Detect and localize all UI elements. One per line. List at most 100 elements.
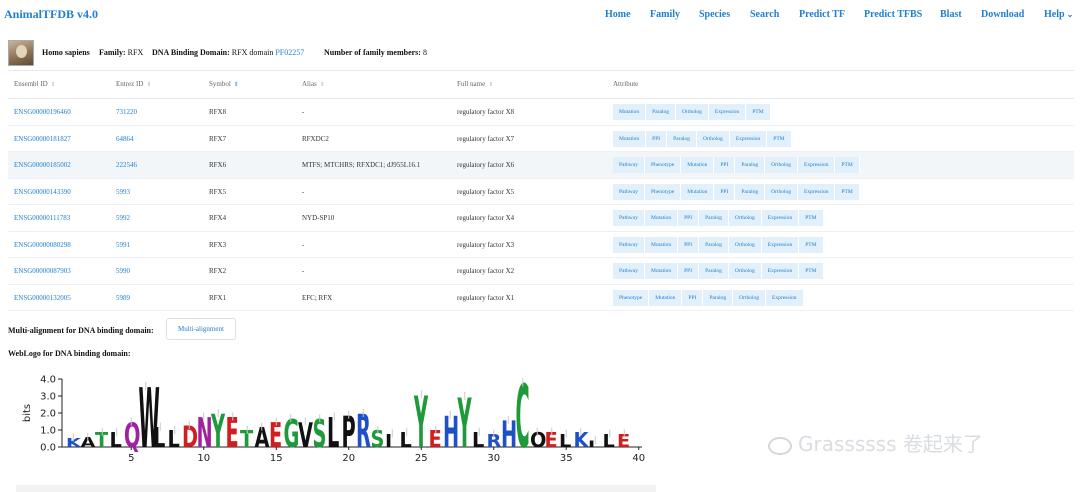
attribute-tag-mutation[interactable]: Mutation: [644, 236, 679, 253]
entrez-id-link[interactable]: 5989: [116, 294, 130, 302]
multi-alignment-button[interactable]: Multi-alignment: [166, 318, 236, 340]
nav-help[interactable]: Help ⌄: [1044, 9, 1073, 20]
attribute-tag-mutation[interactable]: Mutation: [649, 289, 683, 306]
attribute-tag-pathway[interactable]: Pathway: [613, 210, 645, 226]
nav-search[interactable]: Search: [750, 9, 779, 20]
attribute-tag-pathway[interactable]: Pathway: [613, 263, 645, 279]
attribute-tag-ortholog[interactable]: Ortholog: [728, 210, 762, 226]
attribute-tag-pathway[interactable]: Pathway: [613, 157, 645, 173]
attribute-tag-expression[interactable]: Expression: [798, 157, 836, 173]
table-row: ENSG00000143390 5993 RFX5 - regulatory facto…: [8, 179, 1074, 205]
x-tick-label: 25: [415, 453, 428, 464]
attribute-tag-ortholog[interactable]: Ortholog: [733, 289, 767, 306]
col-entrez-header[interactable]: Entrez ID ⇕: [116, 80, 151, 88]
attribute-tag-mutation[interactable]: Mutation: [681, 157, 715, 173]
logo-letter: K: [574, 429, 590, 453]
col-ensembl-header[interactable]: Ensembl ID ⇕: [14, 80, 56, 88]
col-symbol-header[interactable]: Symbol ⇕: [209, 80, 239, 88]
attribute-tag-ptm[interactable]: PTM: [799, 236, 824, 253]
ensembl-id-link[interactable]: ENSG00000181827: [14, 135, 71, 143]
site-logo-title[interactable]: AnimalTFDB v4.0: [4, 7, 98, 22]
symbol-cell: RFX3: [209, 240, 227, 249]
entrez-id-link[interactable]: 5993: [116, 188, 130, 196]
attribute-tag-ppi[interactable]: PPI: [678, 263, 700, 279]
table-row: ENSG00000181827 64864 RFX7 RFXDC2 regulatory…: [8, 126, 1074, 152]
attribute-tag-ppi[interactable]: PPI: [714, 183, 736, 200]
attribute-tag-expression[interactable]: Expression: [729, 130, 768, 147]
ensembl-id-link[interactable]: ENSG00000143390: [14, 188, 71, 196]
attribute-tag-ppi[interactable]: PPI: [682, 289, 704, 306]
attribute-tag-ptm[interactable]: PTM: [835, 157, 860, 173]
nav-blast[interactable]: Blast: [940, 9, 962, 20]
attribute-tag-ortholog[interactable]: Ortholog: [728, 236, 762, 253]
attribute-tag-ortholog[interactable]: Ortholog: [675, 104, 709, 120]
nav-family[interactable]: Family: [650, 9, 680, 20]
entrez-id-link[interactable]: 731220: [116, 108, 137, 116]
nav-download[interactable]: Download: [981, 9, 1024, 20]
attribute-tag-expression[interactable]: Expression: [761, 263, 800, 279]
attribute-tag-pathway[interactable]: Pathway: [613, 183, 645, 200]
logo-letter: A: [255, 422, 271, 454]
attribute-tag-ptm[interactable]: PTM: [835, 183, 860, 200]
ensembl-id-link[interactable]: ENSG00000132005: [14, 294, 71, 302]
x-tick-label: 5: [128, 453, 134, 464]
attribute-tag-paralog[interactable]: Paralog: [699, 236, 729, 253]
attribute-tag-ortholog[interactable]: Ortholog: [765, 183, 798, 200]
attribute-tag-expression[interactable]: Expression: [798, 183, 836, 200]
ensembl-id-link[interactable]: ENSG00000080298: [14, 241, 71, 249]
attribute-tag-ptm[interactable]: PTM: [767, 130, 792, 147]
attribute-tag-paralog[interactable]: Paralog: [699, 263, 729, 279]
col-alias-header[interactable]: Alias ⇕: [302, 80, 325, 88]
attribute-tag-paralog[interactable]: Paralog: [667, 130, 697, 147]
entrez-id-link[interactable]: 5991: [116, 241, 130, 249]
attribute-tag-paralog[interactable]: Paralog: [703, 289, 734, 306]
attribute-tag-ptm[interactable]: PTM: [746, 104, 771, 120]
attribute-tag-ppi[interactable]: PPI: [714, 157, 736, 173]
ensembl-id-link[interactable]: ENSG00000196460: [14, 108, 71, 116]
entrez-id-link[interactable]: 5992: [116, 214, 130, 222]
attribute-tag-ppi[interactable]: PPI: [678, 236, 700, 253]
ensembl-id-link[interactable]: ENSG00000185002: [14, 161, 71, 169]
entrez-id-link[interactable]: 5990: [116, 267, 130, 275]
table-row: ENSG00000196460 731220 RFX8 - regulatory fac…: [8, 99, 1074, 126]
pfam-link[interactable]: PF02257: [275, 48, 304, 57]
nav-predict-tfbs[interactable]: Predict TFBS: [864, 9, 922, 20]
y-tick-label: 0.0: [40, 443, 56, 454]
x-tick-label: 20: [342, 453, 355, 464]
col-fullname-header[interactable]: Full name ⇕: [457, 80, 493, 88]
nav-species[interactable]: Species: [699, 9, 730, 20]
attribute-tag-expression[interactable]: Expression: [761, 210, 800, 226]
ensembl-id-link[interactable]: ENSG00000111783: [14, 214, 70, 222]
attribute-tag-ortholog[interactable]: Ortholog: [728, 263, 762, 279]
nav-home[interactable]: Home: [605, 9, 631, 20]
attribute-tag-mutation[interactable]: Mutation: [613, 104, 647, 120]
attribute-tag-mutation[interactable]: Mutation: [613, 130, 647, 147]
attribute-tag-expression[interactable]: Expression: [708, 104, 747, 120]
attribute-tag-ptm[interactable]: PTM: [799, 263, 824, 279]
attribute-tag-ppi[interactable]: PPI: [678, 210, 700, 226]
attribute-tag-paralog[interactable]: Paralog: [646, 104, 676, 120]
attribute-tag-phenotype[interactable]: Phenotype: [613, 289, 650, 306]
attribute-tag-ptm[interactable]: PTM: [799, 210, 824, 226]
attribute-tag-phenotype[interactable]: Phenotype: [644, 157, 682, 173]
fullname-cell: regulatory factor X4: [457, 214, 515, 222]
attribute-tag-ortholog[interactable]: Ortholog: [765, 157, 798, 173]
attribute-tag-ppi[interactable]: PPI: [646, 130, 668, 147]
attribute-tag-mutation[interactable]: Mutation: [681, 183, 715, 200]
attribute-tag-paralog[interactable]: Paralog: [699, 210, 729, 226]
attribute-tag-expression[interactable]: Expression: [766, 289, 804, 306]
attribute-tag-paralog[interactable]: Paralog: [735, 183, 766, 200]
attribute-tag-phenotype[interactable]: Phenotype: [644, 183, 682, 200]
fullname-cell: regulatory factor X8: [457, 108, 515, 116]
alias-cell: -: [302, 240, 305, 249]
ensembl-id-link[interactable]: ENSG00000087903: [14, 267, 71, 275]
attribute-tag-mutation[interactable]: Mutation: [644, 210, 679, 226]
entrez-id-link[interactable]: 222546: [116, 161, 137, 169]
nav-predict-tf[interactable]: Predict TF: [799, 9, 845, 20]
attribute-tag-expression[interactable]: Expression: [761, 236, 800, 253]
attribute-tag-mutation[interactable]: Mutation: [644, 263, 679, 279]
attribute-tag-paralog[interactable]: Paralog: [735, 157, 766, 173]
attribute-tag-ortholog[interactable]: Ortholog: [696, 130, 730, 147]
attribute-tag-pathway[interactable]: Pathway: [613, 236, 645, 253]
entrez-id-link[interactable]: 64864: [116, 135, 134, 143]
